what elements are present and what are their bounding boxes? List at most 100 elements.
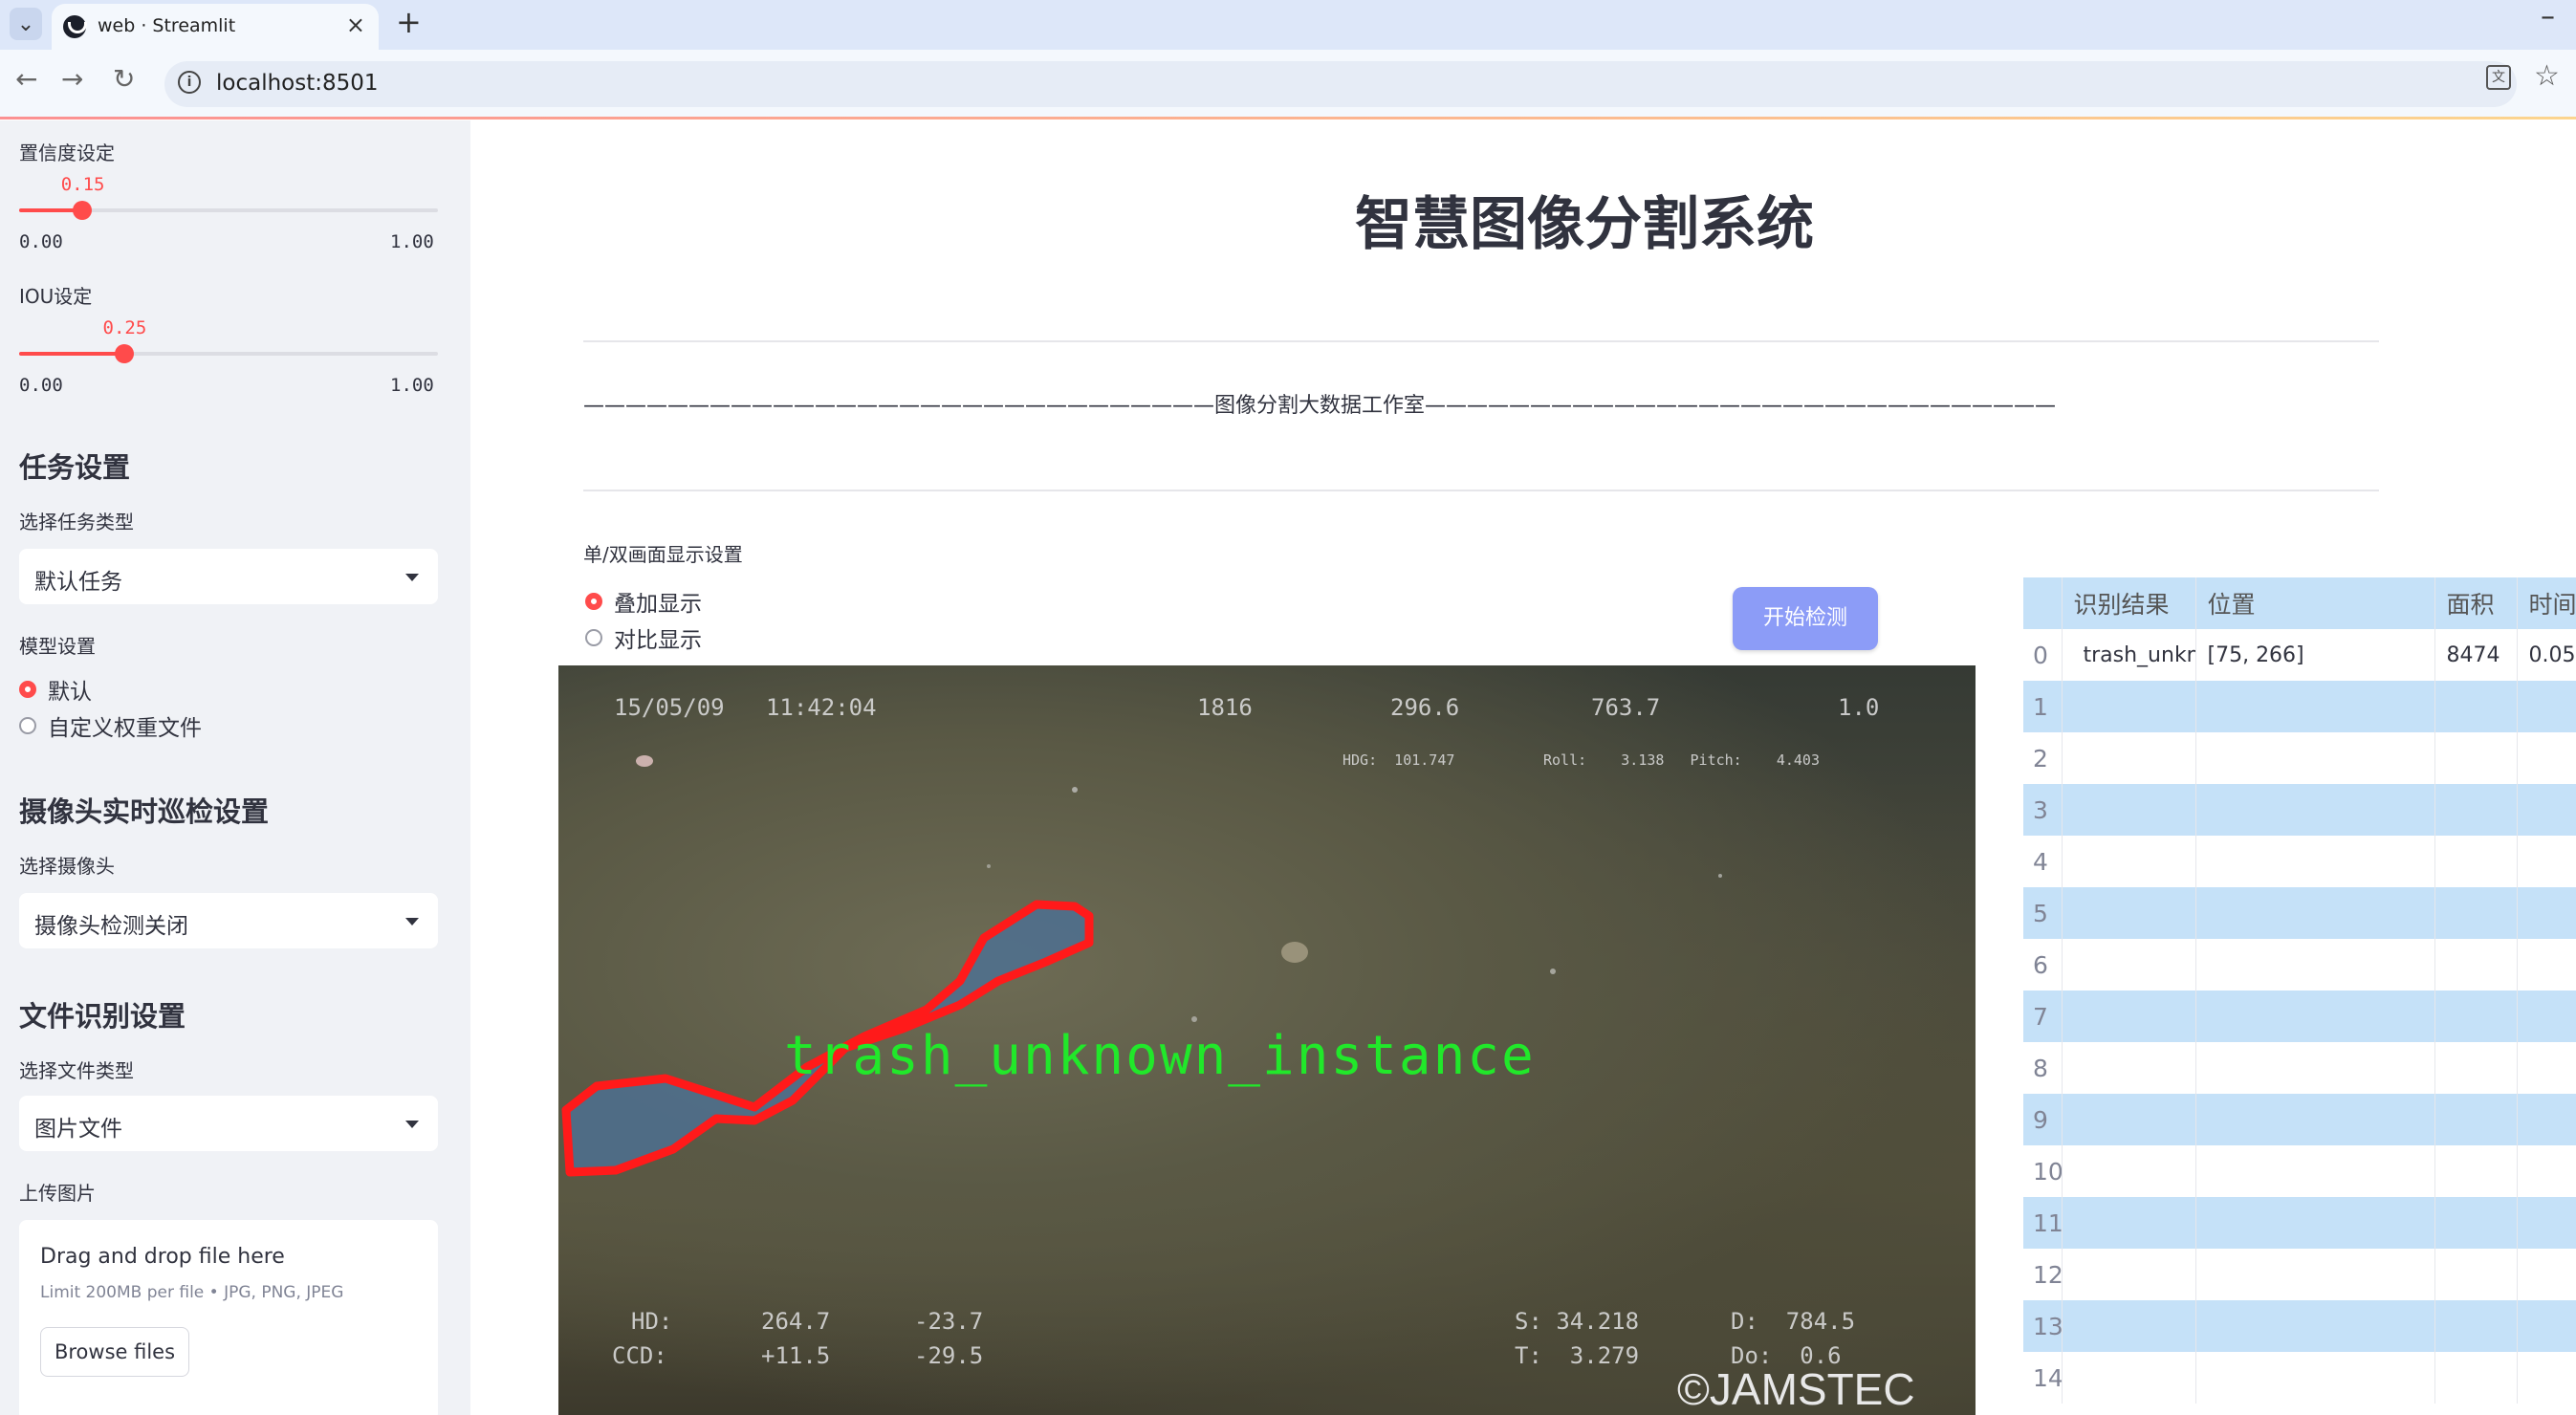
radio-unselected-icon[interactable] xyxy=(19,717,36,734)
confidence-max: 1.00 xyxy=(390,231,434,252)
detection-result-image: 15/05/09 11:42:04 1816 296.6 763.7 1.0 H… xyxy=(558,665,1976,1415)
table-row[interactable]: 1 xyxy=(2023,681,2576,732)
results-table[interactable]: 识别结果 位置 面积 时间 0trash_unknown_instance[75… xyxy=(2023,577,2576,1404)
new-tab-icon[interactable]: + xyxy=(396,4,422,40)
task-settings-header: 任务设置 xyxy=(19,451,131,484)
divider xyxy=(583,340,2379,342)
table-cell-position xyxy=(2195,1352,2435,1404)
table-cell-time xyxy=(2517,939,2576,990)
chevron-down-icon xyxy=(405,918,419,925)
table-body: 0trash_unknown_instance[75, 266]84740.05… xyxy=(2023,629,2576,1404)
table-cell-time xyxy=(2517,1094,2576,1145)
iou-min: 0.00 xyxy=(19,375,63,396)
column-header[interactable] xyxy=(2023,577,2063,629)
display-option-compare[interactable]: 对比显示 xyxy=(585,621,702,654)
table-cell-time xyxy=(2517,836,2576,887)
table-cell-area xyxy=(2434,990,2518,1042)
url-text[interactable]: localhost:8501 xyxy=(216,71,379,96)
table-cell-area xyxy=(2434,1094,2518,1145)
start-detection-button[interactable]: 开始检测 xyxy=(1733,587,1878,650)
close-icon[interactable]: × xyxy=(346,11,365,38)
table-row[interactable]: 4 xyxy=(2023,836,2576,887)
table-cell-area: 8474 xyxy=(2434,629,2518,681)
studio-banner: ——————————————————————————————图像分割大数据工作室… xyxy=(583,394,2057,418)
table-cell-result xyxy=(2062,1145,2196,1197)
bookmark-star-icon[interactable]: ☆ xyxy=(2534,59,2560,93)
browser-tab[interactable]: web · Streamlit × xyxy=(52,4,379,50)
file-type-select[interactable]: 图片文件 xyxy=(19,1096,438,1151)
display-mode-label: 单/双画面显示设置 xyxy=(583,543,743,566)
table-row[interactable]: 13 xyxy=(2023,1300,2576,1352)
file-type-value: 图片文件 xyxy=(34,1117,122,1142)
row-index: 2 xyxy=(2023,732,2063,784)
row-index: 14 xyxy=(2023,1352,2063,1404)
tab-search-icon[interactable]: ⌄ xyxy=(10,8,42,40)
iou-slider[interactable] xyxy=(19,344,438,363)
row-index: 4 xyxy=(2023,836,2063,887)
radio-selected-icon[interactable] xyxy=(585,593,602,610)
table-row[interactable]: 7 xyxy=(2023,990,2576,1042)
osd-text: HDG: 101.747 xyxy=(1343,751,1455,769)
table-cell-position: [75, 266] xyxy=(2195,629,2435,681)
forward-icon[interactable]: → xyxy=(61,63,83,95)
table-cell-time xyxy=(2517,1197,2576,1249)
osd-timestamp: 15/05/09 11:42:04 xyxy=(614,694,877,721)
table-row[interactable]: 0trash_unknown_instance[75, 266]84740.05 xyxy=(2023,629,2576,681)
table-row[interactable]: 2 xyxy=(2023,732,2576,784)
site-info-icon[interactable]: i xyxy=(178,71,201,94)
table-cell-result xyxy=(2062,939,2196,990)
camera-select[interactable]: 摄像头检测关闭 xyxy=(19,893,438,948)
confidence-slider[interactable] xyxy=(19,201,438,220)
model-settings-label: 模型设置 xyxy=(19,635,96,658)
row-index: 12 xyxy=(2023,1249,2063,1300)
row-index: 11 xyxy=(2023,1197,2063,1249)
column-header[interactable]: 面积 xyxy=(2434,577,2518,629)
confidence-slider-handle[interactable] xyxy=(72,201,92,220)
model-option-label: 自定义权重文件 xyxy=(48,716,202,741)
file-dropzone[interactable]: Drag and drop file here Limit 200MB per … xyxy=(19,1220,438,1415)
table-cell-position xyxy=(2195,1300,2435,1352)
table-row[interactable]: 5 xyxy=(2023,887,2576,939)
upload-label: 上传图片 xyxy=(19,1182,96,1205)
row-index: 0 xyxy=(2023,629,2063,681)
model-option-default[interactable]: 默认 xyxy=(19,673,92,706)
table-row[interactable]: 8 xyxy=(2023,1042,2576,1094)
model-option-label: 默认 xyxy=(48,680,92,705)
table-cell-result xyxy=(2062,887,2196,939)
browse-files-button[interactable]: Browse files xyxy=(40,1327,189,1377)
radio-unselected-icon[interactable] xyxy=(585,629,602,646)
table-row[interactable]: 10 xyxy=(2023,1145,2576,1197)
table-cell-result xyxy=(2062,732,2196,784)
table-cell-time xyxy=(2517,732,2576,784)
row-index: 7 xyxy=(2023,990,2063,1042)
table-row[interactable]: 14 xyxy=(2023,1352,2576,1404)
radio-selected-icon[interactable] xyxy=(19,681,36,698)
display-option-overlay[interactable]: 叠加显示 xyxy=(585,585,702,618)
reload-icon[interactable]: ↻ xyxy=(113,63,135,95)
table-cell-area xyxy=(2434,887,2518,939)
tab-title: web · Streamlit xyxy=(98,15,236,36)
iou-value: 0.25 xyxy=(102,317,147,338)
file-type-label: 选择文件类型 xyxy=(19,1059,134,1082)
table-row[interactable]: 12 xyxy=(2023,1249,2576,1300)
table-row[interactable]: 9 xyxy=(2023,1094,2576,1145)
column-header[interactable]: 时间 xyxy=(2517,577,2576,629)
minimize-icon[interactable]: – xyxy=(2541,0,2555,33)
osd-text: 264.7 xyxy=(761,1308,831,1335)
iou-slider-handle[interactable] xyxy=(114,344,134,363)
translate-icon[interactable]: 文 xyxy=(2486,65,2511,90)
column-header[interactable]: 位置 xyxy=(2195,577,2435,629)
back-icon[interactable]: ← xyxy=(15,63,37,95)
table-row[interactable]: 6 xyxy=(2023,939,2576,990)
table-row[interactable]: 3 xyxy=(2023,784,2576,836)
table-cell-position xyxy=(2195,1042,2435,1094)
watermark: ©JAMSTEC xyxy=(1677,1364,1915,1414)
model-option-custom-weights[interactable]: 自定义权重文件 xyxy=(19,709,202,742)
table-cell-area xyxy=(2434,1352,2518,1404)
column-header[interactable]: 识别结果 xyxy=(2062,577,2196,629)
url-input[interactable]: i localhost:8501 xyxy=(164,61,2517,107)
table-cell-time xyxy=(2517,1249,2576,1300)
task-type-select[interactable]: 默认任务 xyxy=(19,549,438,604)
iou-slider-fill xyxy=(19,352,124,356)
table-row[interactable]: 11 xyxy=(2023,1197,2576,1249)
